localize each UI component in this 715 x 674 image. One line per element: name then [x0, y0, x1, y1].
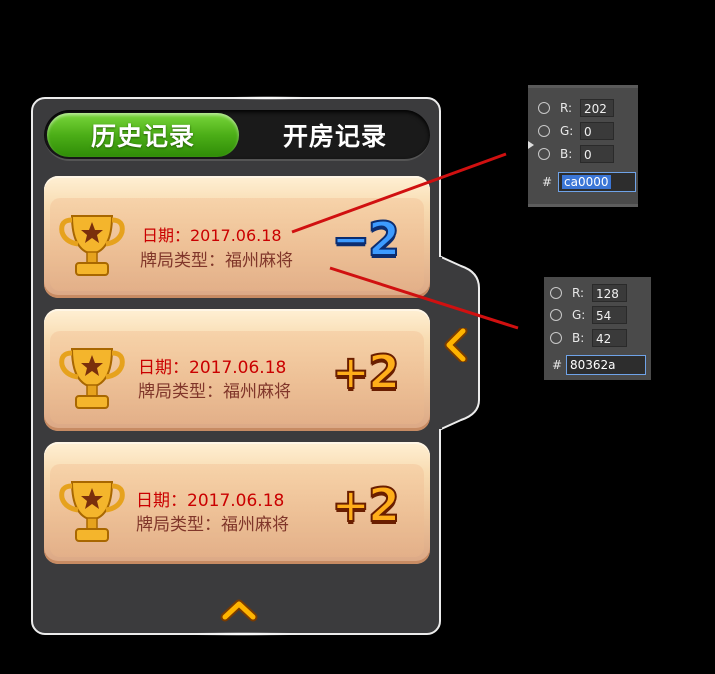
green-channel-row: G: 0 — [538, 121, 614, 141]
hex-row: # 80362a — [552, 355, 646, 375]
color-picker-type: R: 128 G: 54 B: 42 # 80362a — [544, 277, 651, 380]
annotation-line-date — [291, 152, 507, 234]
green-radio[interactable] — [538, 125, 550, 137]
green-channel-row: G: 54 — [550, 305, 627, 325]
red-channel-row: R: 128 — [550, 283, 627, 303]
blue-radio[interactable] — [550, 332, 562, 344]
color-picker-date: R: 202 G: 0 B: 0 # ca0000 — [528, 85, 638, 207]
green-radio[interactable] — [550, 309, 562, 321]
red-radio[interactable] — [538, 102, 550, 114]
green-value-field[interactable]: 54 — [592, 306, 627, 324]
red-channel-row: R: 202 — [538, 98, 614, 118]
blue-value-field[interactable]: 42 — [592, 329, 627, 347]
blue-channel-row: B: 0 — [538, 144, 614, 164]
annotation-line-type — [329, 266, 519, 330]
blue-channel-row: B: 42 — [550, 328, 627, 348]
blue-value-field[interactable]: 0 — [580, 145, 614, 163]
red-radio[interactable] — [550, 287, 562, 299]
hex-value-field[interactable]: ca0000 — [558, 172, 636, 192]
hex-row: # ca0000 — [542, 172, 636, 192]
red-value-field[interactable]: 202 — [580, 99, 614, 117]
blue-radio[interactable] — [538, 148, 550, 160]
green-value-field[interactable]: 0 — [580, 122, 614, 140]
picker-pointer — [528, 141, 534, 149]
hex-value-field[interactable]: 80362a — [566, 355, 646, 375]
red-value-field[interactable]: 128 — [592, 284, 627, 302]
